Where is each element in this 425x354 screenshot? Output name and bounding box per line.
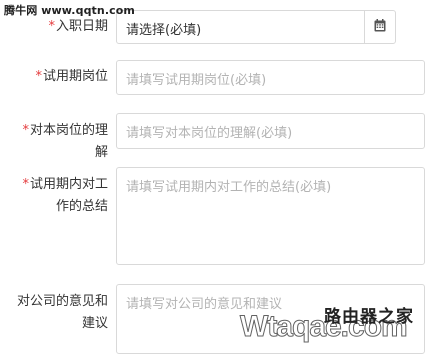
entry-date-value: 请选择(必填) (126, 23, 202, 38)
company-advice-label-line1: 对公司的意见和 (16, 294, 108, 309)
post-understanding-placeholder: 请填写对本岗位的理解(必填) (126, 126, 293, 141)
probation-post-input[interactable]: 请填写试用期岗位(必填) (116, 60, 425, 95)
probation-summary-label-line2: 作的总结 (55, 199, 108, 214)
probation-post-label-text: 试用期岗位 (42, 69, 108, 84)
required-marker: * (22, 177, 29, 192)
entry-date-label-text: 入职日期 (55, 19, 108, 34)
probation-summary-label: *试用期内对工 作的总结 (22, 174, 108, 218)
site-watermark-bottom: Wtaqae.com 路由器之家 (240, 302, 425, 347)
calendar-button[interactable] (364, 11, 395, 43)
entry-date-picker[interactable]: 请选择(必填) (116, 10, 396, 44)
calendar-icon (374, 18, 386, 36)
probation-summary-placeholder: 请填写试用期内对工作的总结(必填) (126, 180, 332, 195)
post-understanding-input[interactable]: 请填写对本岗位的理解(必填) (116, 113, 425, 149)
company-advice-label-line2: 建议 (81, 316, 108, 331)
required-marker: * (22, 123, 29, 138)
site-watermark-top: 腾牛网 www.qqtn.com (4, 4, 135, 17)
probation-post-label: *试用期岗位 (35, 66, 108, 88)
probation-summary-label-line1: 试用期内对工 (29, 177, 108, 192)
post-understanding-label: *对本岗位的理 解 (22, 120, 108, 164)
entry-date-label: *入职日期 (48, 16, 108, 38)
post-understanding-label-line2: 解 (94, 145, 108, 160)
required-marker: * (35, 69, 42, 84)
watermark-cn-text: 路由器之家 (324, 307, 414, 327)
post-understanding-label-line1: 对本岗位的理 (29, 123, 108, 138)
company-advice-label: 对公司的意见和 建议 (17, 291, 108, 335)
probation-post-placeholder: 请填写试用期岗位(必填) (126, 73, 267, 88)
required-marker: * (48, 19, 55, 34)
probation-summary-textarea[interactable]: 请填写试用期内对工作的总结(必填) (116, 167, 425, 265)
